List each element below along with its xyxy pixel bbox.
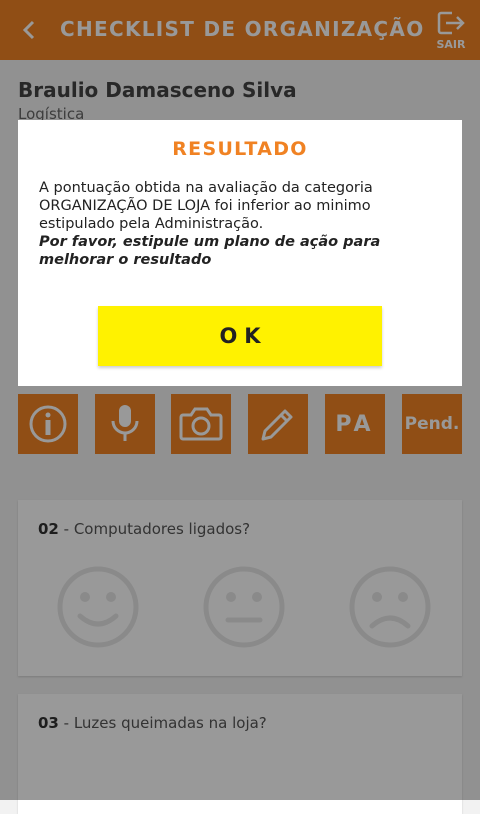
result-dialog: RESULTADO A pontuação obtida na avaliaçã… [18,120,462,386]
dialog-note: Por favor, estipule um plano de ação par… [39,234,381,268]
ok-button[interactable]: OK [98,306,382,366]
dialog-message: A pontuação obtida na avaliação da categ… [39,180,373,232]
dialog-title: RESULTADO [172,138,308,160]
